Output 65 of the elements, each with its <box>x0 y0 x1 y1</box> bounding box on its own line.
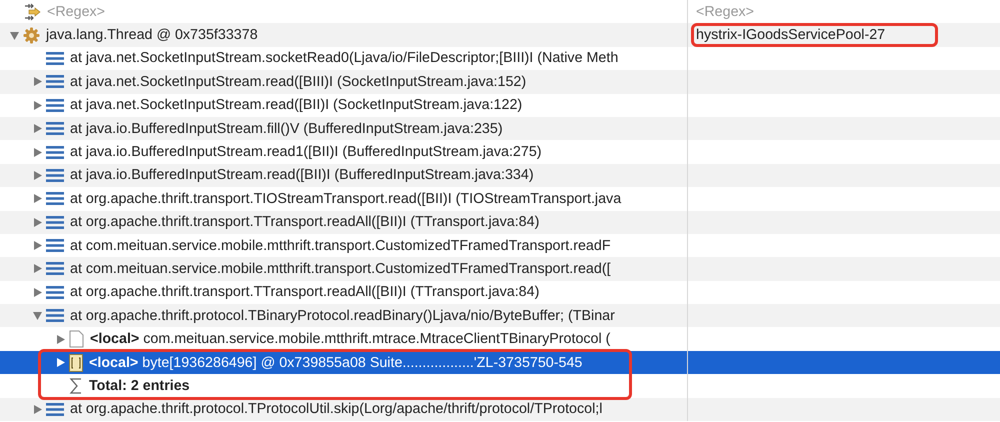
list-icon <box>46 98 64 113</box>
list-icon <box>46 308 64 324</box>
row-label: at java.net.SocketInputStream.socketRead0(Ljava/io/FileDescriptor;[BIII)I (Native Meth <box>70 50 618 66</box>
expand-arrow-icon[interactable] <box>54 357 66 368</box>
list-icon <box>46 214 64 230</box>
expand-arrow-icon[interactable] <box>8 30 20 41</box>
gear-icon <box>23 26 40 44</box>
row-label: at org.apache.thrift.transport.TTransport.readAll([BII)I (TTransport.java:84) <box>70 214 540 230</box>
expand-arrow-icon[interactable] <box>32 216 42 228</box>
list-icon <box>46 402 64 417</box>
tree-row[interactable]: at com.meituan.service.mobile.mtthrift.transport.CustomizedTFramedTransport.read([ <box>0 257 1000 281</box>
row-label: <local> byte[1936286496] @ 0x739855a08 Suite..................'ZL-3735750-545 <box>89 354 582 371</box>
expand-arrow-icon[interactable] <box>32 76 42 88</box>
row-label: Total: 2 entries <box>89 378 190 394</box>
regex-icon <box>23 2 41 21</box>
row-label: at java.io.BufferedInputStream.read([BII)I (BufferedInputStream.java:334) <box>70 167 534 184</box>
tree-row[interactable]: at org.apache.thrift.protocol.TProtocolUtil.skip(Lorg/apache/thrift/protocol/TProtocol;l <box>0 398 1000 422</box>
row-label: <local> com.meituan.service.mobile.mtthrift.mtrace.MtraceClientTBinaryProtocol ( <box>90 331 610 348</box>
row-label: at java.net.SocketInputStream.read([BII)I (SocketInputStream.java:122) <box>70 97 522 114</box>
list-icon <box>46 121 64 136</box>
tree-row[interactable]: at java.io.BufferedInputStream.read([BII)I (BufferedInputStream.java:334) <box>0 164 1000 188</box>
expand-arrow-icon[interactable] <box>32 170 42 181</box>
sum-icon <box>69 376 83 395</box>
expand-arrow-icon[interactable] <box>32 146 42 158</box>
tree-row[interactable]: at java.net.SocketInputStream.read([BIII)I (SocketInputStream.java:152) <box>0 70 1000 94</box>
list-icon <box>46 191 64 206</box>
list-icon <box>46 74 64 90</box>
row-label: java.lang.Thread @ 0x735f33378 <box>46 27 258 44</box>
expand-arrow-icon[interactable] <box>32 100 42 111</box>
list-icon <box>46 50 64 66</box>
row-label: at java.io.BufferedInputStream.read1([BII)I (BufferedInputStream.java:275) <box>70 144 542 160</box>
array-icon <box>69 354 83 372</box>
tree-row[interactable]: at java.net.SocketInputStream.read([BII)I (SocketInputStream.java:122) <box>0 94 1000 117</box>
tree-row[interactable]: at org.apache.thrift.protocol.TBinaryProtocol.readBinary()Ljava/nio/ByteBuffer; (TBinar <box>0 304 1000 328</box>
list-icon <box>46 168 64 183</box>
row-label: at com.meituan.service.mobile.mtthrift.transport.CustomizedTFramedTransport.readF <box>70 238 611 254</box>
row-label: at org.apache.thrift.protocol.TProtocolUtil.skip(Lorg/apache/thrift/protocol/TProtocol;l <box>70 401 602 418</box>
row-label: at org.apache.thrift.transport.TTransport.readAll([BII)I (TTransport.java:84) <box>70 284 540 300</box>
document-icon <box>69 330 84 348</box>
expand-arrow-icon[interactable] <box>54 334 66 345</box>
expand-arrow-icon[interactable] <box>32 240 42 252</box>
list-icon <box>46 144 64 160</box>
expand-arrow-icon[interactable] <box>32 123 42 134</box>
tree-row[interactable]: <local> byte[1936286496] @ 0x739855a08 Suite..................'ZL-3735750-545 <box>0 350 1000 374</box>
row-label: at org.apache.thrift.transport.TIOStreamTransport.read([BII)I (TIOStreamTransport.java <box>70 190 622 207</box>
row-label: at java.io.BufferedInputStream.fill()V (BufferedInputStream.java:235) <box>70 120 503 137</box>
row-label: <Regex> <box>47 4 106 20</box>
list-icon <box>46 238 64 254</box>
tree-row[interactable]: java.lang.Thread @ 0x735f33378 hystrix-IGoodsServicePool-27 <box>0 23 1000 47</box>
expand-arrow-icon[interactable] <box>32 310 42 322</box>
list-icon <box>46 284 64 300</box>
tree-row[interactable]: at org.apache.thrift.transport.TTransport.readAll([BII)I (TTransport.java:84) <box>0 280 1000 304</box>
list-icon <box>46 261 64 276</box>
row-label: at org.apache.thrift.protocol.TBinaryProtocol.readBinary()Ljava/nio/ByteBuffer; (TBinar <box>70 308 615 324</box>
value-text: hystrix-IGoodsServicePool-27 <box>691 23 938 48</box>
tree-row[interactable]: at org.apache.thrift.transport.TTransport.readAll([BII)I (TTransport.java:84) <box>0 210 1000 234</box>
expand-arrow-icon[interactable] <box>32 193 42 204</box>
expand-arrow-icon[interactable] <box>32 286 42 298</box>
tree-row[interactable]: at com.meituan.service.mobile.mtthrift.transport.CustomizedTFramedTransport.readF <box>0 234 1000 258</box>
expand-arrow-icon[interactable] <box>32 404 42 415</box>
row-label: at java.net.SocketInputStream.read([BIII)I (SocketInputStream.java:152) <box>70 74 526 90</box>
expand-arrow-icon[interactable] <box>32 263 42 274</box>
tree-row[interactable]: at java.io.BufferedInputStream.fill()V (BufferedInputStream.java:235) <box>0 116 1000 140</box>
row-label: at com.meituan.service.mobile.mtthrift.transport.CustomizedTFramedTransport.read([ <box>70 260 611 277</box>
value-text: <Regex> <box>695 2 756 22</box>
